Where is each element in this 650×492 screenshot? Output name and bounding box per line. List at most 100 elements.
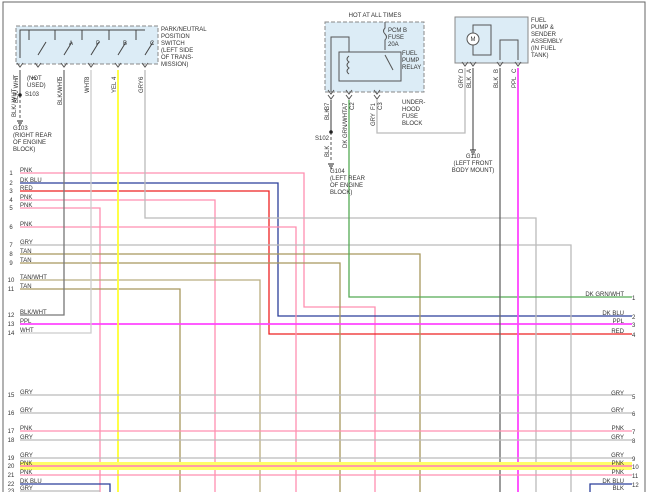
wire-pnk-5 [20,207,101,492]
left-row-number: 9 [9,261,13,267]
splice-label-s103: S103 [25,92,40,98]
right-row-number: 11 [632,474,639,480]
right-row-number: 8 [632,439,636,445]
left-row-number: 14 [8,331,15,337]
right-row-label: PNK [612,470,624,476]
fuse-block-pin [345,94,353,100]
g110-label: G110 [466,154,481,160]
left-row-label: PNK [20,168,32,174]
left-row-label: GRY [20,240,33,246]
relay-label: PUMP [402,58,419,64]
left-row-label: GRY [20,435,33,441]
pnp-pin-number: 6 [139,76,145,80]
fuel-pump-wire-label: PPL [512,76,518,88]
left-row-number: 13 [8,322,15,328]
fuse-block-wire-label: DK GRN/WHT [343,109,349,148]
pnp-wire-label: GRY [139,80,145,93]
labels: M 1 PNK 2 DK BLU 3 RED 4 PNK 5 PNK 6 PNK 7 GRY 8 TAN 9 TAN… [8,13,640,492]
fuse-block-pin-number: A7 [343,102,349,110]
left-row-number: 15 [8,393,15,399]
left-row-label: DK BLU [20,479,42,485]
fuse-block-pin [327,94,335,100]
right-row-label: DK GRN/WHT [585,292,624,298]
left-row-number: 2 [9,181,13,187]
left-row-label: GRY [20,408,33,414]
fuse-label: 20A [388,42,399,48]
fuse-block-label: HOOD [402,107,421,113]
g103-label: OF ENGINE [13,140,46,146]
right-row-label: GRY [611,453,624,459]
frame [2,1,646,492]
left-row-label: GRY [20,390,33,396]
left-row-number: 21 [8,473,15,479]
pnp-switch-label: MISSION) [161,62,188,68]
g110-label: BODY MOUNT) [452,168,495,174]
splice-label-s102: S102 [315,136,330,142]
left-row-label: TAN [20,258,32,264]
left-row-label: GRY [20,486,33,492]
left-row-number: 6 [9,225,13,231]
pnp-switch-label: SWITCH [161,41,185,47]
left-row-number: 22 [8,482,15,488]
fuse-block-label: UNDER- [402,100,425,106]
wire-dkblu-2 [20,182,632,317]
left-row-number: 17 [8,429,15,435]
left-row-number: 11 [8,287,15,293]
left-row-number: 18 [8,438,15,444]
fuel-pump-label: SENDER [531,32,557,38]
not-used-label: (NOT [27,76,42,82]
left-row-label: TAN [20,249,32,255]
wire-pnk-6 [20,226,297,492]
left-row-label: DK BLU [20,178,42,184]
fuse-block-connector-label: C2 [350,102,356,110]
pnp-switch-box [15,25,159,65]
right-row-label: GRY [611,408,624,414]
left-row-label: RED [20,186,33,192]
fuse-label: PCM B [388,28,407,34]
fuse-block-pin [373,94,381,100]
fuel-pump-pin-letter: C [512,68,518,73]
g104-label: G104 [330,169,345,175]
left-row-label: PNK [20,470,32,476]
g103-wire-label: BLK/ WHT [12,88,18,117]
right-row-label: PNK [612,461,624,467]
wiring-diagram: M 1 PNK 2 DK BLU 3 RED 4 PNK 5 PNK 6 PNK 7 GRY 8 TAN 9 TAN… [2,1,646,492]
ground-icon [328,163,334,169]
left-row-number: 3 [9,189,13,195]
right-row-number: 4 [632,333,636,339]
pnp-pin-letter: C [150,41,155,47]
wires [17,68,632,492]
pnp-switch-label: PARK/NEUTRAL [161,27,207,33]
wire-tan-8 [20,253,421,492]
right-row-number: 7 [632,430,636,436]
fuse-block-wire-label: GRY [371,113,377,126]
splice-dot [329,130,333,134]
motor-label: M [471,37,476,43]
left-row-label: PPL [20,319,32,325]
fuse-block-pin-number: F1 [371,102,377,110]
right-row-number: 9 [632,457,636,463]
left-row-label: PNK [20,222,32,228]
wire-tanwht-10 [20,279,261,492]
fuse-label: FUSE [388,35,404,41]
left-row-number: 5 [9,206,13,212]
ground-icon [17,120,23,126]
right-row-label: DK BLU [602,311,624,317]
g103-label: G103 [13,126,28,132]
fuel-pump-pin-letter: D [459,68,465,73]
g103-label: (RIGHT REAR [13,133,53,139]
right-row-number: 3 [632,323,636,329]
left-row-label: GRY [20,453,33,459]
left-row-number: 7 [9,243,13,249]
relay-label: RELAY [402,65,421,71]
wire-wht-14 [20,70,92,334]
right-row-label: DK BLU [602,479,624,485]
fuel-pump-label: TANK) [531,53,549,59]
left-row-number: 8 [9,252,13,258]
pnp-switch-label: OF TRANS- [161,55,193,61]
fuel-pump-pin-letter: B [494,69,500,73]
left-row-number: 12 [8,313,15,319]
right-row-label: PNK [612,426,624,432]
wire-dkgrnwht [348,100,632,298]
fuel-pump-label: ASSEMBLY [531,39,563,45]
